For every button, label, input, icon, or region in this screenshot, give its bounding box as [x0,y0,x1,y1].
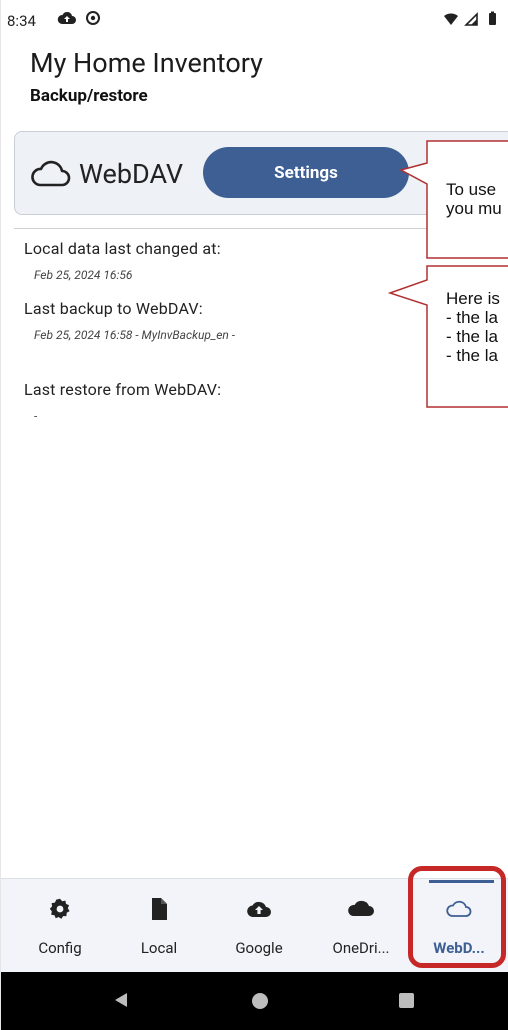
divider [14,228,508,229]
settings-button[interactable]: Settings [203,147,409,198]
last-backup-label: Last backup to WebDAV: [24,299,203,318]
nav-item-local[interactable]: Local [109,879,209,973]
app-title: My Home Inventory [30,47,263,79]
status-bar: 8:34 [1,0,508,42]
cloud-upload-icon [247,901,271,917]
page-subtitle: Backup/restore [30,86,148,106]
nav-label-local: Local [140,939,178,957]
nav-label-onedrive: OneDri... [332,939,390,957]
nav-item-onedrive[interactable]: OneDri... [311,879,411,973]
screen: 8:34 My Home Inventory Backup/restore We… [0,0,508,1030]
webdav-label: WebDAV [79,158,184,190]
last-restore-label: Last restore from WebDAV: [24,380,222,399]
gear-icon [49,898,70,919]
cloud-filled-icon [348,900,374,916]
local-changed-label: Local data last changed at: [24,239,221,258]
recents-icon[interactable] [399,993,414,1008]
home-icon[interactable] [252,993,268,1009]
file-icon [152,898,167,920]
info-callout-text: Here is - the la - the la - the la [446,289,500,365]
nav-item-google[interactable]: Google [209,879,309,973]
highlight-annotation [408,866,506,968]
status-time: 8:34 [7,12,36,30]
sync-status-icon [86,11,100,25]
cloud-upload-status-icon [57,11,76,24]
nav-label-google: Google [235,939,283,957]
nav-label-config: Config [38,939,82,957]
local-changed-value: Feb 25, 2024 16:56 [34,268,133,282]
last-restore-value: - [34,409,38,423]
settings-callout-text: To use you mu [446,180,502,218]
back-icon[interactable] [114,992,128,1008]
last-backup-value: Feb 25, 2024 16:58 - MyInvBackup_en - [34,328,235,342]
nav-item-config[interactable]: Config [10,879,110,973]
signal-battery-icon [444,11,496,26]
cloud-outline-icon [31,160,71,187]
